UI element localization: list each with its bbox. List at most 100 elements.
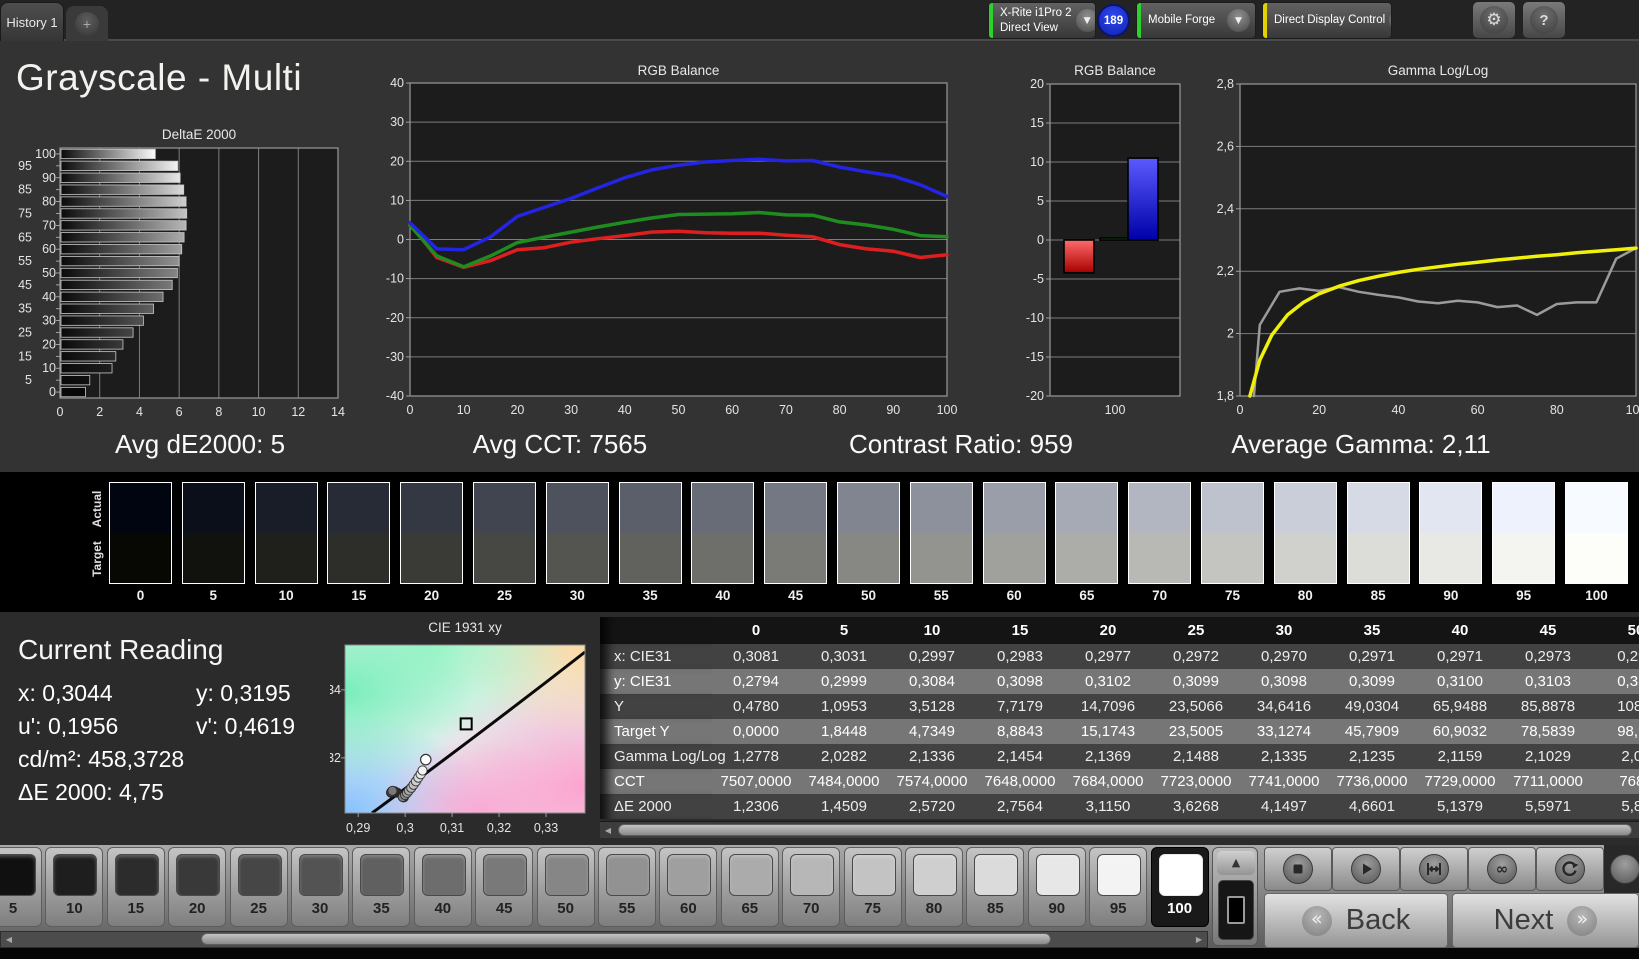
level-label: 10 <box>46 900 102 917</box>
table-cell: 0,2794 <box>712 669 800 694</box>
next-label: Next <box>1494 904 1554 937</box>
level-button-40[interactable]: 40 <box>414 847 472 927</box>
source-selector[interactable]: Mobile Forge ▼ <box>1136 2 1256 39</box>
table-cell: 5,1379 <box>1416 794 1504 819</box>
toolbar-scrollbar-thumb[interactable] <box>201 933 1051 945</box>
actual-swatch <box>1420 483 1481 533</box>
swatch-level-10 <box>255 482 318 584</box>
level-button-70[interactable]: 70 <box>782 847 840 927</box>
level-button-20[interactable]: 20 <box>168 847 226 927</box>
table-cell: 0,3031 <box>800 644 888 669</box>
level-button-100[interactable]: 100 <box>1151 847 1209 927</box>
svg-text:40: 40 <box>618 403 632 417</box>
refresh-button[interactable] <box>1536 847 1604 891</box>
target-swatch <box>1056 533 1117 583</box>
level-button-90[interactable]: 90 <box>1028 847 1086 927</box>
level-button-25[interactable]: 25 <box>230 847 288 927</box>
swatch-level-85 <box>1347 482 1410 584</box>
level-button-45[interactable]: 45 <box>475 847 533 927</box>
level-chip <box>53 854 97 896</box>
actual-swatch <box>1202 483 1263 533</box>
level-button-60[interactable]: 60 <box>659 847 717 927</box>
extra-control-icon[interactable] <box>1610 854 1639 884</box>
settings-button[interactable]: ⚙ <box>1472 1 1516 39</box>
level-button-55[interactable]: 55 <box>598 847 656 927</box>
svg-text:0: 0 <box>407 403 414 417</box>
svg-text:0: 0 <box>397 233 404 247</box>
add-tab-button[interactable]: + <box>66 6 108 41</box>
level-label: 5 <box>0 900 41 917</box>
level-button-65[interactable]: 65 <box>721 847 779 927</box>
actual-swatch <box>1129 483 1190 533</box>
level-button-30[interactable]: 30 <box>291 847 349 927</box>
level-button-95[interactable]: 95 <box>1089 847 1147 927</box>
table-row: CCT7507,00007484,00007574,00007648,00007… <box>600 769 1639 794</box>
svg-text:10: 10 <box>42 361 56 375</box>
scroll-right-icon[interactable]: ▶ <box>1193 934 1205 945</box>
level-label: 35 <box>353 900 409 917</box>
level-chip <box>1036 854 1080 896</box>
table-cell: 0,3103 <box>1504 669 1592 694</box>
row-label: y: CIE31 <box>600 669 712 694</box>
svg-text:0: 0 <box>1037 233 1044 247</box>
svg-text:0,32: 0,32 <box>330 751 341 765</box>
actual-swatch <box>547 483 608 533</box>
level-button-35[interactable]: 35 <box>352 847 410 927</box>
table-cell: 5,86 <box>1592 794 1639 819</box>
level-button-5[interactable]: 5 <box>0 847 42 927</box>
svg-text:0,29: 0,29 <box>346 821 370 835</box>
toolbar-scrollbar[interactable]: ◀ ▶ <box>0 931 1208 948</box>
svg-text:-30: -30 <box>386 350 404 364</box>
chevron-down-icon: ▼ <box>1227 9 1250 32</box>
level-button-80[interactable]: 80 <box>905 847 963 927</box>
target-swatch <box>692 533 753 583</box>
meter-selector[interactable]: X-Rite i1Pro 2 Direct View ▼ <box>988 2 1096 39</box>
back-chevron-icon: « <box>1302 906 1332 936</box>
level-button-75[interactable]: 75 <box>844 847 902 927</box>
svg-text:35: 35 <box>18 302 32 316</box>
table-row: x: CIE310,30810,30310,29970,29830,29770,… <box>600 644 1639 669</box>
table-scrollbar[interactable]: ◀ <box>600 821 1639 838</box>
help-button[interactable]: ? <box>1522 1 1566 39</box>
column-header-15: 15 <box>976 617 1064 644</box>
level-button-15[interactable]: 15 <box>107 847 165 927</box>
stop-button[interactable] <box>1264 847 1332 891</box>
target-swatch <box>620 533 681 583</box>
next-button[interactable]: Next » <box>1452 893 1639 948</box>
reading-y-value: y: 0,3195 <box>196 680 291 707</box>
table-cell: 8,8843 <box>976 719 1064 744</box>
meter-mode: Direct View <box>1000 21 1072 36</box>
display-control-selector[interactable]: Direct Display Control ▼ <box>1262 2 1392 39</box>
swatch-level-15 <box>327 482 390 584</box>
play-button[interactable] <box>1332 847 1400 891</box>
collapse-up-button[interactable]: ▲ <box>1217 851 1255 875</box>
actual-swatch <box>620 483 681 533</box>
svg-text:20: 20 <box>510 403 524 417</box>
svg-text:RGB Balance: RGB Balance <box>1074 63 1156 78</box>
tab-history-1[interactable]: History 1 <box>0 2 64 41</box>
level-button-10[interactable]: 10 <box>45 847 103 927</box>
swatch-label: 20 <box>400 588 463 603</box>
row-label: x: CIE31 <box>600 644 712 669</box>
actual-swatch <box>911 483 972 533</box>
level-button-50[interactable]: 50 <box>537 847 595 927</box>
svg-text:30: 30 <box>42 314 56 328</box>
target-swatch <box>1493 533 1554 583</box>
svg-text:-10: -10 <box>1026 311 1044 325</box>
chevron-down-icon: ▼ <box>1076 9 1096 32</box>
column-header-50: 50 <box>1592 617 1639 644</box>
svg-text:100: 100 <box>1105 403 1126 417</box>
table-scrollbar-thumb[interactable] <box>618 824 1632 836</box>
loop-button[interactable]: ∞ <box>1468 847 1536 891</box>
scroll-left-icon[interactable]: ◀ <box>602 825 614 836</box>
table-cell: 0,2972 <box>1152 644 1240 669</box>
step-button[interactable] <box>1400 847 1468 891</box>
column-header-40: 40 <box>1416 617 1504 644</box>
scroll-left-icon[interactable]: ◀ <box>3 934 15 945</box>
swatch-level-0 <box>109 482 172 584</box>
level-button-85[interactable]: 85 <box>966 847 1024 927</box>
table-row: Target Y0,00001,84484,73498,884315,17432… <box>600 719 1639 744</box>
svg-text:60: 60 <box>42 242 56 256</box>
back-button[interactable]: « Back <box>1264 893 1448 948</box>
reading-luminance-value: cd/m²: 458,3728 <box>18 746 184 773</box>
